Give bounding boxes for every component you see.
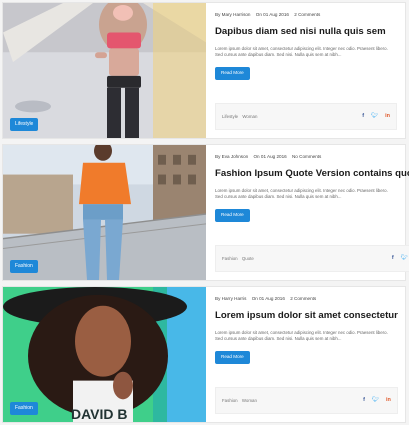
linkedin-icon[interactable]: in [385, 113, 390, 120]
tag-link[interactable]: Woman [242, 398, 257, 403]
post-author[interactable]: By Eva Johnson [215, 154, 248, 159]
post-excerpt: Lorem ipsum dolor sit amet, consectetur … [215, 46, 397, 60]
share-icons: f 🐦︎ in [392, 255, 409, 262]
excerpt-line: Sed cursus ante dapibus diam. Sed nisi. … [215, 52, 342, 58]
post-author[interactable]: By Harry Harris [215, 296, 246, 301]
category-badge[interactable]: Fashion [10, 402, 38, 415]
post-content: By Eva Johnson On 01 Aug 2016 No Comment… [206, 145, 409, 280]
linkedin-icon[interactable]: in [386, 397, 391, 404]
post-thumbnail[interactable]: Fashion [3, 145, 206, 280]
twitter-icon[interactable]: 🐦︎ [372, 397, 379, 404]
excerpt-line: Sed cursus ante dapibus diam. Sed nisi. … [215, 194, 342, 200]
post-excerpt: Lorem ipsum dolor sit amet, consectetur … [215, 188, 409, 202]
category-badge[interactable]: Fashion [10, 260, 38, 273]
post-footer: Fashion Woman f 🐦︎ in [215, 387, 398, 414]
tag-link[interactable]: Fashion [222, 398, 238, 403]
excerpt-line: Sed cursus ante dapibus diam. Sed nisi. … [215, 336, 342, 342]
blog-post-card: Fashion By Eva Johnson On 01 Aug 2016 No… [2, 144, 409, 281]
category-badge[interactable]: Lifestyle [10, 118, 39, 131]
post-comments[interactable]: No Comments [292, 154, 321, 159]
shirt-print: DAVID B [71, 406, 127, 422]
post-comments[interactable]: 2 Comments [290, 296, 316, 301]
post-footer: Lifestyle Woman f 🐦︎ in [215, 103, 397, 130]
post-title[interactable]: Dapibus diam sed nisi nulla quis sem [215, 26, 397, 38]
facebook-icon[interactable]: f [363, 397, 365, 404]
read-more-button[interactable]: Read More [215, 351, 250, 364]
post-excerpt: Lorem ipsum dolor sit amet, consectetur … [215, 330, 398, 344]
facebook-icon[interactable]: f [392, 255, 394, 262]
blog-post-card: DAVID B Fashion By Harry Harris On 01 Au… [2, 286, 406, 423]
blog-post-card: Lifestyle By Mary Harrison On 01 Aug 201… [2, 2, 406, 139]
post-footer: Fashion Quote f 🐦︎ in [215, 245, 409, 272]
post-comments[interactable]: 2 Comments [294, 12, 320, 17]
excerpt-line: Lorem ipsum dolor sit amet, consectetur … [215, 329, 388, 335]
post-meta: By Harry Harris On 01 Aug 2016 2 Comment… [215, 296, 398, 301]
post-title[interactable]: Lorem ipsum dolor sit amet consectetur [215, 310, 398, 322]
post-thumbnail[interactable]: DAVID B Fashion [3, 287, 206, 422]
post-tags: Fashion Quote [222, 256, 257, 261]
twitter-icon[interactable]: 🐦︎ [401, 255, 408, 262]
post-thumbnail[interactable]: Lifestyle [3, 3, 206, 138]
excerpt-line: Lorem ipsum dolor sit amet, consectetur … [215, 187, 388, 193]
read-more-button[interactable]: Read More [215, 209, 250, 222]
facebook-icon[interactable]: f [362, 113, 364, 120]
tag-link[interactable]: Woman [242, 114, 257, 119]
twitter-icon[interactable]: 🐦︎ [371, 113, 378, 120]
share-icons: f 🐦︎ in [363, 397, 391, 404]
read-more-button[interactable]: Read More [215, 67, 250, 80]
excerpt-line: Lorem ipsum dolor sit amet, consectetur … [215, 45, 388, 51]
post-content: By Mary Harrison On 01 Aug 2016 2 Commen… [206, 3, 405, 138]
post-content: By Harry Harris On 01 Aug 2016 2 Comment… [206, 287, 406, 422]
post-meta: By Mary Harrison On 01 Aug 2016 2 Commen… [215, 12, 397, 17]
tag-link[interactable]: Lifestyle [222, 114, 238, 119]
post-date: On 01 Aug 2016 [255, 12, 289, 17]
post-tags: Fashion Woman [222, 398, 260, 403]
tag-link[interactable]: Quote [242, 256, 254, 261]
post-date: On 01 Aug 2016 [253, 154, 287, 159]
tag-link[interactable]: Fashion [222, 256, 238, 261]
post-title[interactable]: Fashion Ipsum Quote Version contains quo… [215, 168, 409, 180]
post-author[interactable]: By Mary Harrison [215, 12, 250, 17]
share-icons: f 🐦︎ in [362, 113, 390, 120]
post-tags: Lifestyle Woman [222, 114, 260, 119]
post-date: On 01 Aug 2016 [251, 296, 285, 301]
post-meta: By Eva Johnson On 01 Aug 2016 No Comment… [215, 154, 409, 159]
